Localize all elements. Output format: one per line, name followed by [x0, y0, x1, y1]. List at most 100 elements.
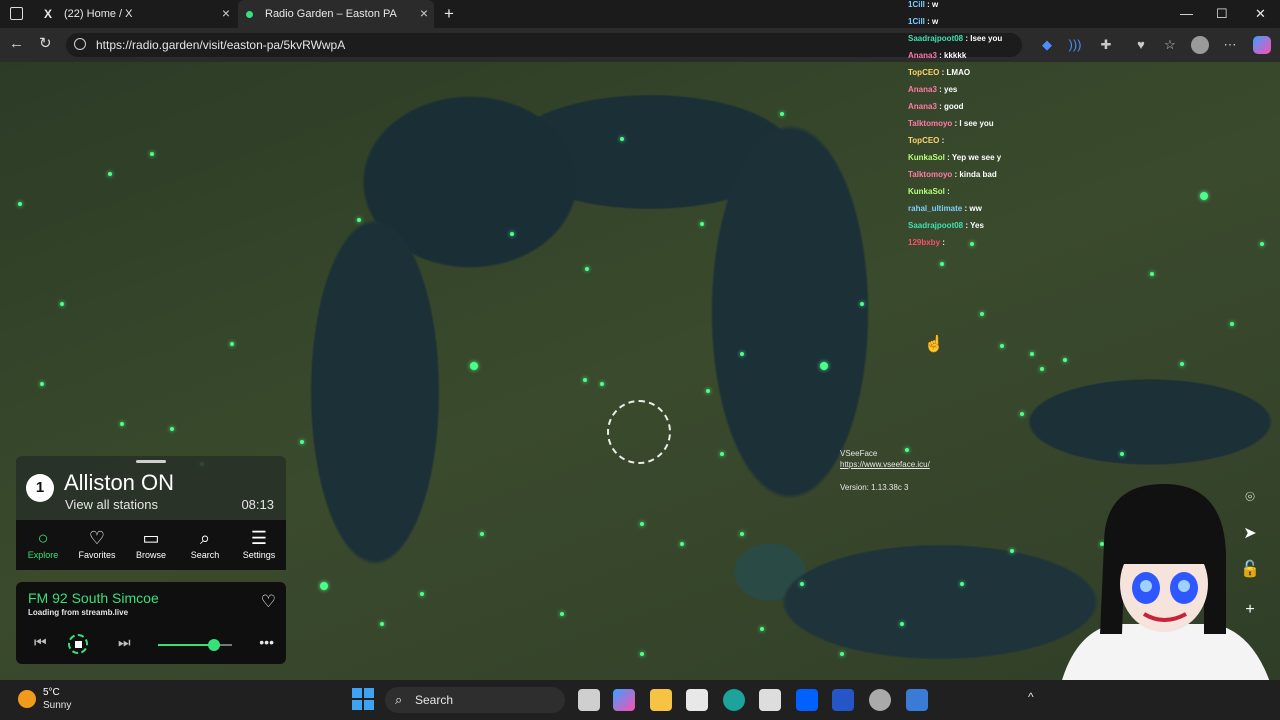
shield-extension-icon[interactable]: ◆: [1038, 36, 1056, 54]
station-dot[interactable]: [740, 352, 744, 356]
station-dot[interactable]: [740, 532, 744, 536]
settings-more-icon[interactable]: ⋯: [1221, 36, 1239, 54]
sun-weather-icon[interactable]: [18, 690, 36, 708]
copilot-app-icon[interactable]: [613, 689, 635, 711]
station-dot[interactable]: [1200, 192, 1208, 200]
station-dot[interactable]: [1230, 322, 1234, 326]
station-dot[interactable]: [620, 137, 624, 141]
station-dot[interactable]: [585, 267, 589, 271]
windows-start-button[interactable]: [352, 688, 374, 710]
tab-x-home[interactable]: X (22) Home / X ×: [36, 0, 236, 28]
station-dot[interactable]: [720, 452, 724, 456]
station-dot[interactable]: [1000, 344, 1004, 348]
b-app-icon[interactable]: [832, 689, 854, 711]
station-dot[interactable]: [170, 427, 174, 431]
more-options-button[interactable]: •••: [259, 634, 274, 650]
tab-favorites[interactable]: ♡ Favorites: [70, 526, 124, 560]
amazon-app-icon[interactable]: [759, 689, 781, 711]
tab-search[interactable]: ⌕ Search: [178, 526, 232, 560]
view-all-stations-link[interactable]: View all stations: [65, 497, 158, 512]
drag-handle[interactable]: [136, 460, 166, 463]
new-tab-button[interactable]: +: [444, 4, 454, 24]
station-dot[interactable]: [980, 312, 984, 316]
station-dot[interactable]: [1180, 362, 1184, 366]
favorites-star-icon[interactable]: ☆: [1161, 36, 1179, 54]
station-dot[interactable]: [583, 378, 587, 382]
copilot-icon[interactable]: [1253, 36, 1271, 54]
store-icon[interactable]: [686, 689, 708, 711]
station-dot[interactable]: [120, 422, 124, 426]
tab-actions-icon[interactable]: [10, 7, 23, 20]
station-dot[interactable]: [480, 532, 484, 536]
extensions-icon[interactable]: ✚: [1097, 36, 1115, 54]
station-dot[interactable]: [320, 582, 328, 590]
edge-browser-icon[interactable]: [723, 689, 745, 711]
station-dot[interactable]: [150, 152, 154, 156]
station-dot[interactable]: [700, 222, 704, 226]
station-dot[interactable]: [840, 652, 844, 656]
station-dot[interactable]: [640, 522, 644, 526]
station-dot[interactable]: [1120, 452, 1124, 456]
browser-essentials-icon[interactable]: ♥: [1132, 36, 1150, 54]
file-explorer-icon[interactable]: [650, 689, 672, 711]
tab-radio-garden[interactable]: Radio Garden – Easton PA ×: [238, 0, 434, 28]
close-tab-icon[interactable]: ×: [222, 5, 230, 21]
station-dot[interactable]: [1020, 412, 1024, 416]
station-dot[interactable]: [420, 592, 424, 596]
station-dot[interactable]: [1063, 358, 1067, 362]
station-dot[interactable]: [860, 302, 864, 306]
chrome-icon[interactable]: [869, 689, 891, 711]
station-dot[interactable]: [18, 202, 22, 206]
station-dot[interactable]: [40, 382, 44, 386]
stop-button[interactable]: [68, 634, 88, 654]
station-dot[interactable]: [970, 242, 974, 246]
task-view-icon[interactable]: [578, 689, 600, 711]
station-dot[interactable]: [1030, 352, 1034, 356]
next-button[interactable]: ⏭: [118, 634, 131, 651]
station-dot[interactable]: [510, 232, 514, 236]
reload-button[interactable]: ↻: [39, 34, 52, 52]
station-dot[interactable]: [820, 362, 828, 370]
station-dot[interactable]: [780, 112, 784, 116]
place-card[interactable]: 1 Alliston ON View all stations 08:13: [16, 456, 286, 520]
show-hidden-icons-chevron[interactable]: ^: [1028, 690, 1034, 704]
station-dot[interactable]: [60, 302, 64, 306]
station-dot[interactable]: [960, 582, 964, 586]
station-dot[interactable]: [1150, 272, 1154, 276]
station-dot[interactable]: [1040, 367, 1044, 371]
station-dot[interactable]: [600, 382, 604, 386]
station-dot[interactable]: [470, 362, 478, 370]
station-dot[interactable]: [357, 218, 361, 222]
address-bar[interactable]: https://radio.garden/visit/easton-pa/5kv…: [66, 33, 1022, 57]
taskbar-search[interactable]: ⌕ Search: [385, 687, 565, 713]
station-dot[interactable]: [900, 622, 904, 626]
profile-avatar[interactable]: [1191, 36, 1209, 54]
station-dot[interactable]: [108, 172, 112, 176]
station-dot[interactable]: [800, 582, 804, 586]
volume-knob[interactable]: [207, 639, 220, 651]
station-dot[interactable]: [940, 262, 944, 266]
favorite-heart-button[interactable]: ♡: [261, 592, 276, 612]
station-dot[interactable]: [380, 622, 384, 626]
vseeface-app-icon[interactable]: [906, 689, 928, 711]
station-dot[interactable]: [1010, 549, 1014, 553]
read-aloud-icon[interactable]: ))): [1066, 36, 1084, 54]
station-dot[interactable]: [300, 440, 304, 444]
station-dot[interactable]: [706, 389, 710, 393]
url-text[interactable]: https://radio.garden/visit/easton-pa/5kv…: [96, 38, 345, 52]
maximize-button[interactable]: ☐: [1216, 6, 1228, 22]
site-info-icon[interactable]: [74, 38, 86, 50]
station-dot[interactable]: [760, 627, 764, 631]
close-window-button[interactable]: ✕: [1255, 6, 1266, 22]
close-tab-icon[interactable]: ×: [420, 5, 428, 21]
back-button[interactable]: ←: [9, 35, 24, 52]
weather-condition[interactable]: Sunny: [43, 700, 71, 711]
station-dot[interactable]: [1260, 242, 1264, 246]
tab-browse[interactable]: ▭ Browse: [124, 526, 178, 560]
volume-slider[interactable]: [158, 639, 232, 651]
tab-explore[interactable]: ○ Explore: [16, 526, 70, 560]
previous-button[interactable]: ⏮: [34, 634, 47, 651]
station-dot[interactable]: [560, 612, 564, 616]
weather-temperature[interactable]: 5°C: [43, 687, 60, 698]
station-name[interactable]: FM 92 South Simcoe: [28, 590, 159, 606]
